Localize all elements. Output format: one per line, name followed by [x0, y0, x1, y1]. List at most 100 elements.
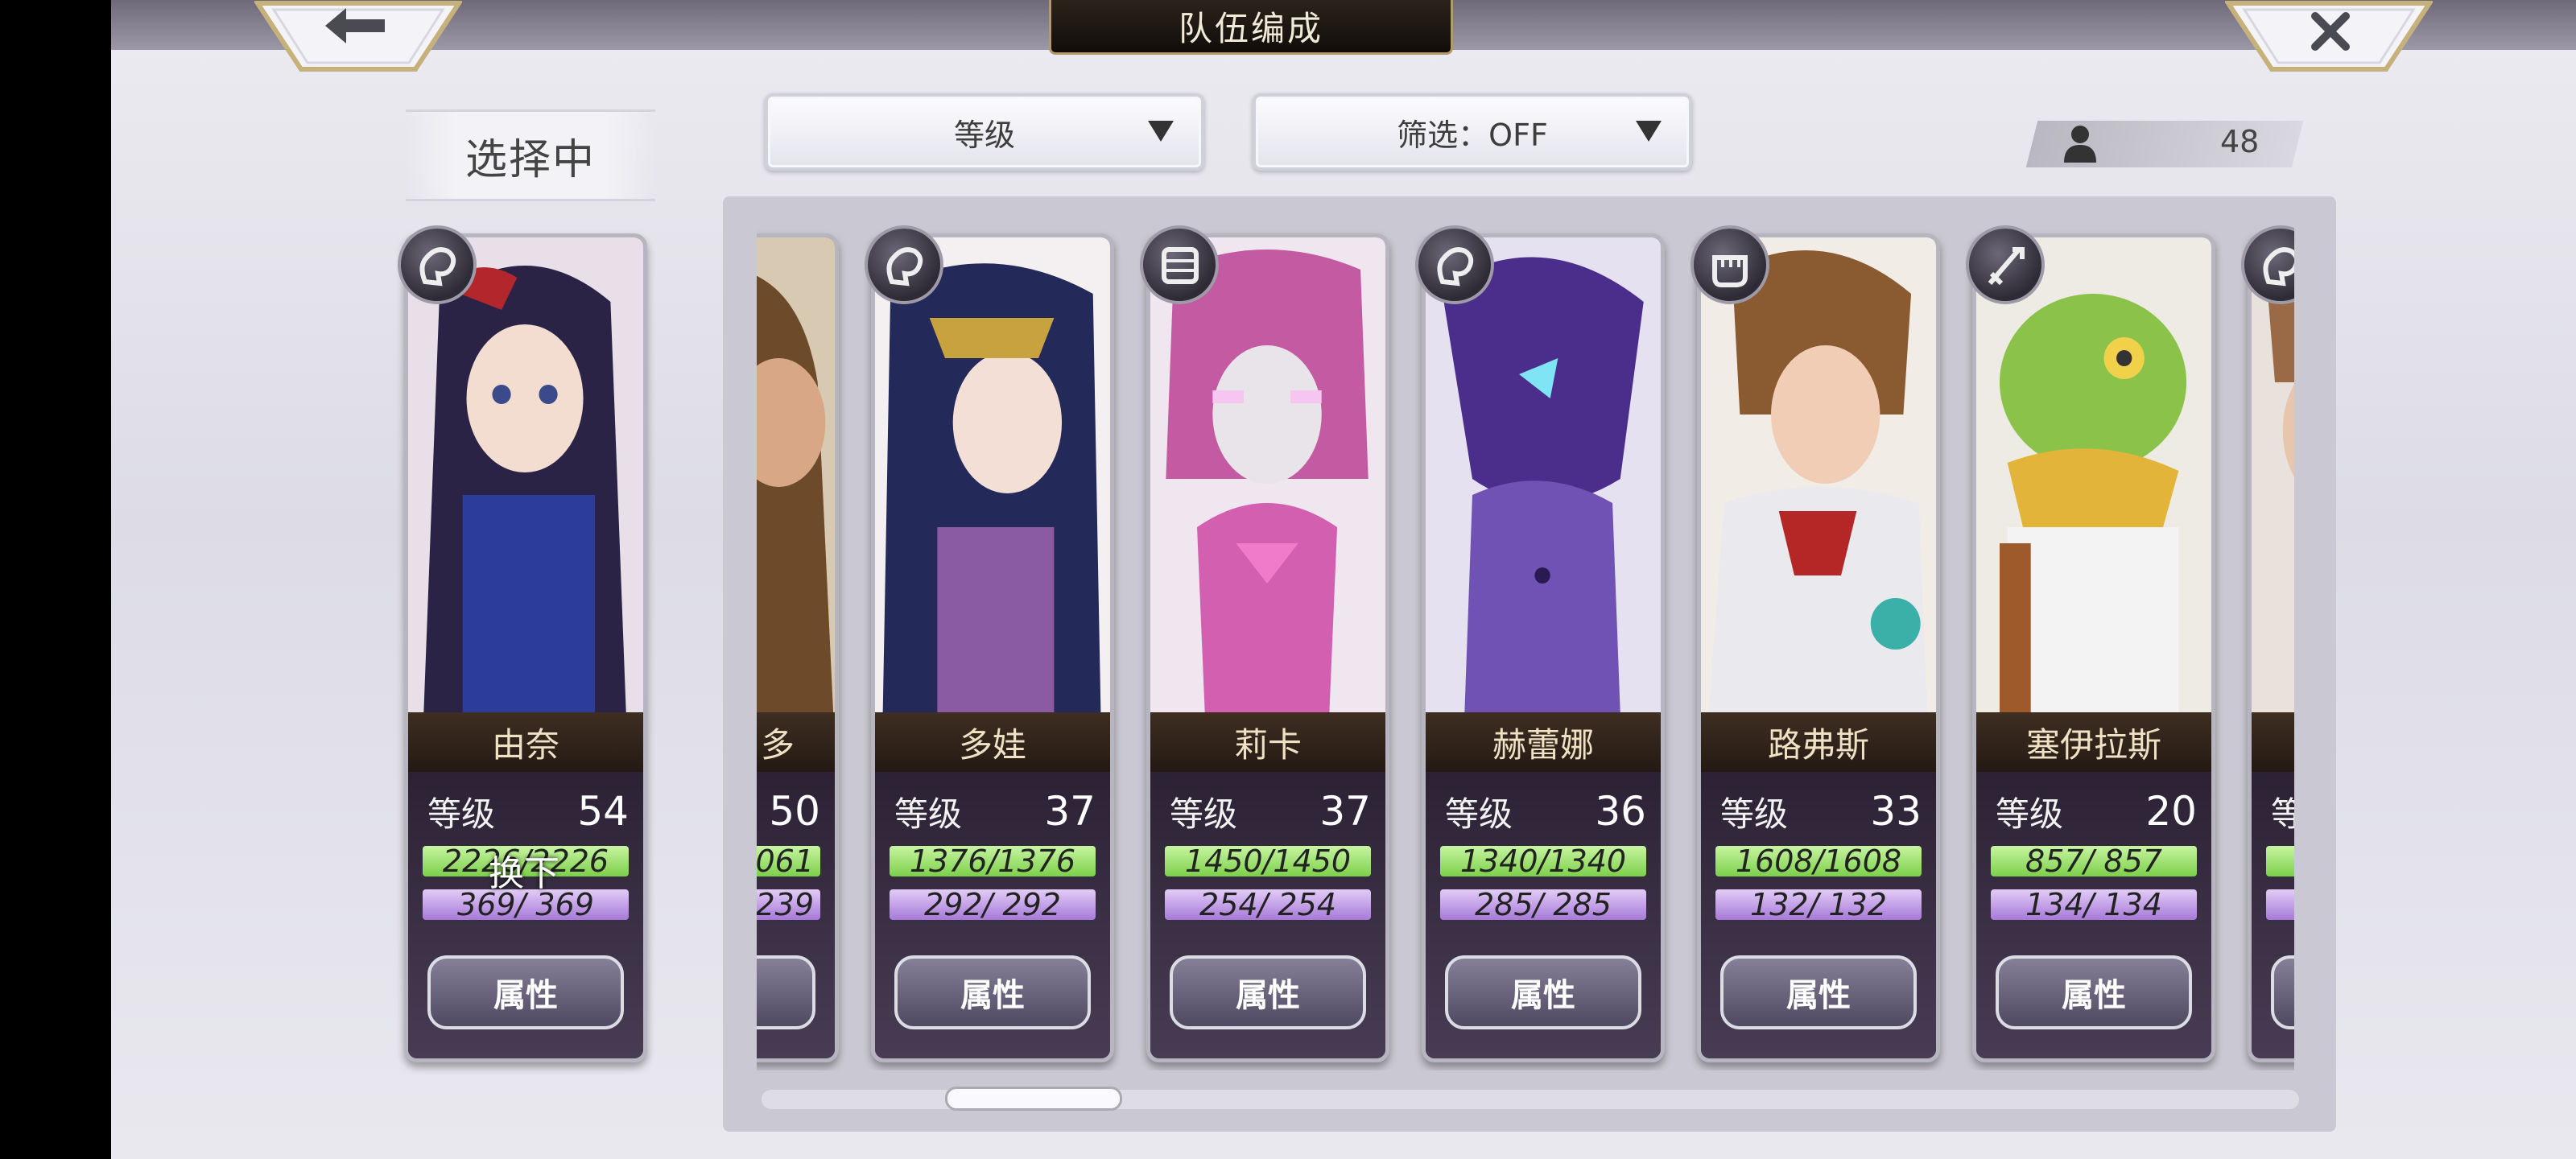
hp-value: 1340/1340 [1459, 843, 1627, 879]
sort-label: 等级 [953, 117, 1015, 153]
character-card[interactable]: 莉卡 等级 37 1450/1450 254/ 254 属性 [1146, 233, 1389, 1062]
mp-value: 239 [757, 887, 814, 922]
chevron-down-icon [1148, 121, 1174, 142]
attributes-label: 属性 [1511, 977, 1575, 1014]
hp-value: 857/ 857 [2025, 843, 2162, 879]
character-scroll-area[interactable]: 多 等级50 061 239 属性 多娃 等级 37 1376/1376 292/… [757, 217, 2294, 1070]
back-button[interactable] [254, 0, 462, 74]
fist-icon [1690, 225, 1769, 304]
attributes-label: 属性 [1786, 977, 1851, 1014]
level-value: 33 [1870, 788, 1922, 835]
level-label: 等级 [1996, 794, 2064, 834]
attributes-label: 属性 [960, 977, 1025, 1014]
sort-dropdown[interactable]: 等级 [765, 93, 1204, 171]
mp-value: 285/ 285 [1475, 887, 1612, 922]
hp-bar: 061 [757, 843, 820, 879]
level-label: 等级 [1720, 794, 1789, 834]
mp-value: 254/ 254 [1199, 887, 1336, 922]
nameplate: 塞伊拉斯 [1976, 712, 2211, 772]
character-name: 由奈 [491, 724, 559, 765]
character-portrait [1976, 237, 2211, 712]
level-label: 等级 [1170, 794, 1238, 834]
character-portrait [2252, 237, 2294, 712]
hand-icon [398, 225, 477, 304]
character-portrait [1701, 237, 1936, 712]
stats-panel: 等级 37 1450/1450 254/ 254 属性 [1150, 772, 1385, 1058]
stats-panel: 等级 20 857/ 857 134/ 134 属性 [1976, 772, 2211, 1058]
mp-value: 134/ 134 [2025, 887, 2162, 922]
close-button[interactable] [2225, 0, 2433, 74]
hp-bar: 1340/1340 [1440, 843, 1646, 879]
swap-out-label[interactable]: 换下 [489, 844, 559, 896]
selecting-text: 选择中 [464, 135, 596, 184]
character-portrait [757, 237, 835, 712]
character-portrait [408, 237, 643, 712]
level-label: 等 [2271, 787, 2294, 836]
nameplate: 路弗斯 [1701, 712, 1936, 772]
attributes-button[interactable]: 属性 [1170, 955, 1366, 1029]
nameplate: 莉卡 [1150, 712, 1385, 772]
person-icon [2062, 124, 2098, 163]
nameplate: 由奈 [408, 712, 643, 772]
stats-panel: 等 [2252, 772, 2294, 1058]
character-name: 塞伊拉斯 [2025, 724, 2161, 765]
level-label: 等级 [427, 794, 496, 834]
character-card[interactable]: 等 [2248, 233, 2294, 1062]
filter-label: 筛选：OFF [1397, 117, 1548, 153]
level-value: 36 [1595, 788, 1646, 835]
character-portrait [875, 237, 1110, 712]
character-name: 多 [760, 724, 795, 765]
mp-bar: 254/ 254 [1165, 887, 1371, 922]
stats-panel: 等级 33 1608/1608 132/ 132 属性 [1701, 772, 1936, 1058]
stats-panel: 等级 54 2226/2226 369/ 369 属性 [408, 772, 643, 1058]
chevron-down-icon [1636, 121, 1662, 142]
level-label: 等级 [894, 794, 963, 834]
character-card[interactable]: 多 等级50 061 239 属性 [757, 233, 839, 1062]
attributes-button[interactable]: 属性 [427, 955, 624, 1029]
mp-bar [2266, 889, 2294, 920]
hp-value: 1608/1608 [1735, 843, 1902, 879]
nameplate: 多娃 [875, 712, 1110, 772]
horizontal-scrollbar-thumb[interactable] [945, 1087, 1122, 1111]
hp-value: 1450/1450 [1184, 843, 1352, 879]
mp-bar: 292/ 292 [890, 887, 1096, 922]
character-portrait [1150, 237, 1385, 712]
mp-bar: 132/ 132 [1715, 887, 1922, 922]
gauntlet-icon [1140, 225, 1219, 304]
selected-character-card[interactable]: 由奈 等级 54 2226/2226 369/ 369 属性 换下 [404, 233, 647, 1062]
title-plate: 队伍编成 [1049, 0, 1453, 55]
attributes-button[interactable]: 属性 [1996, 955, 2192, 1029]
attributes-button[interactable] [2271, 955, 2294, 1029]
attributes-button[interactable]: 属性 [757, 955, 815, 1029]
level-value: 37 [1044, 788, 1096, 835]
sword-icon [1966, 225, 2045, 304]
attributes-button[interactable]: 属性 [1445, 955, 1641, 1029]
mp-value: 292/ 292 [924, 887, 1061, 922]
character-card[interactable]: 路弗斯 等级 33 1608/1608 132/ 132 属性 [1697, 233, 1940, 1062]
hand-icon [1415, 225, 1494, 304]
character-card[interactable]: 多娃 等级 37 1376/1376 292/ 292 属性 [871, 233, 1114, 1062]
mp-bar: 285/ 285 [1440, 887, 1646, 922]
hp-bar: 1450/1450 [1165, 843, 1371, 879]
hp-value: 061 [757, 843, 814, 879]
character-name: 赫蕾娜 [1492, 724, 1594, 765]
hp-bar: 1608/1608 [1715, 843, 1922, 879]
character-card[interactable]: 赫蕾娜 等级 36 1340/1340 285/ 285 属性 [1422, 233, 1665, 1062]
character-name: 多娃 [958, 724, 1026, 765]
mp-bar: 134/ 134 [1991, 887, 2197, 922]
character-card[interactable]: 塞伊拉斯 等级 20 857/ 857 134/ 134 属性 [1972, 233, 2215, 1062]
level-value: 54 [577, 788, 629, 835]
hp-value: 1376/1376 [909, 843, 1076, 879]
stats-panel: 等级50 061 239 属性 [757, 772, 835, 1058]
attributes-button[interactable]: 属性 [1720, 955, 1917, 1029]
attributes-label: 属性 [2062, 977, 2126, 1014]
mp-value: 132/ 132 [1750, 887, 1887, 922]
level-label: 等级 [1445, 794, 1513, 834]
attributes-button[interactable]: 属性 [894, 955, 1091, 1029]
stats-panel: 等级 36 1340/1340 285/ 285 属性 [1426, 772, 1661, 1058]
filter-dropdown[interactable]: 筛选：OFF [1253, 93, 1692, 171]
selecting-label: 选择中 [406, 109, 655, 201]
level-value: 37 [1319, 788, 1371, 835]
page-title: 队伍编成 [1178, 9, 1323, 48]
stats-panel: 等级 37 1376/1376 292/ 292 属性 [875, 772, 1110, 1058]
